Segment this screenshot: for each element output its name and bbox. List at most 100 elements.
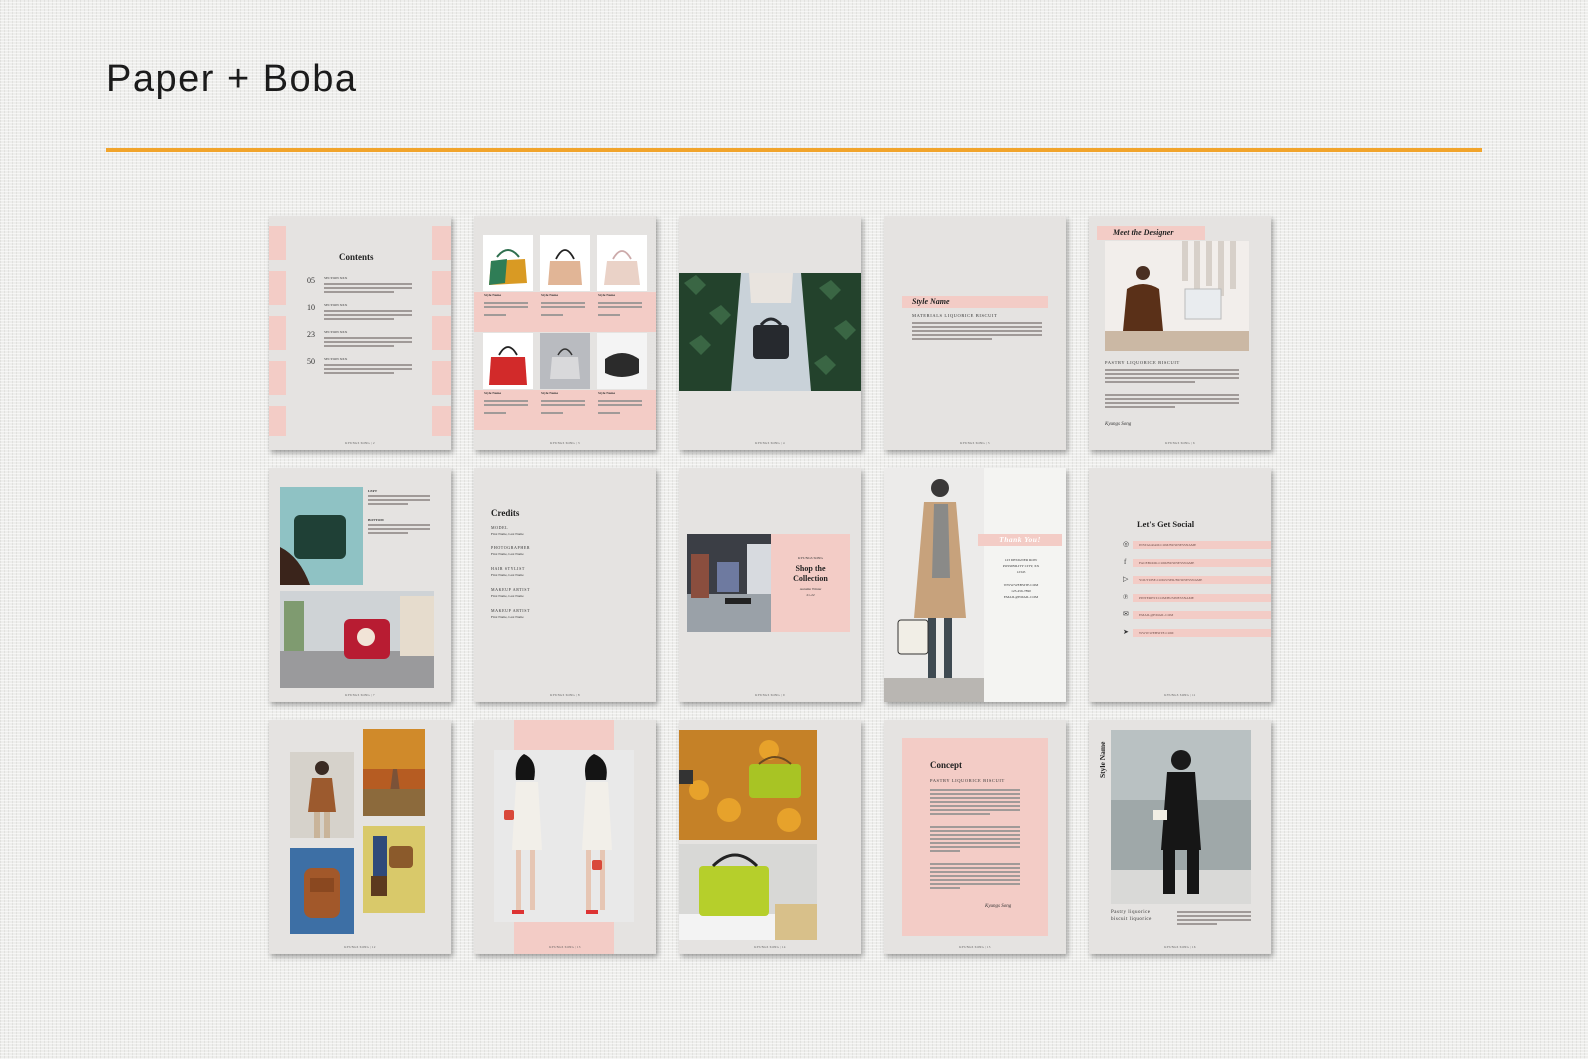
credit-name: First Name, Last Name: [491, 615, 524, 619]
page-meet-designer[interactable]: Meet the Designer PASTRY LIQUORICE BISCU…: [1089, 216, 1271, 450]
model-coat-photo: [884, 468, 984, 702]
credit-role: MAKEUP ARTIST: [491, 608, 531, 613]
product-name: Style Name: [541, 293, 559, 297]
page-shop-collection[interactable]: KYUNGS SONG Shop the Collection Autumn W…: [679, 468, 861, 702]
lookbook-caption-2: biscuit liquorice: [1111, 917, 1152, 922]
collage-photo: [363, 729, 425, 816]
credit-name: First Name, Last Name: [491, 594, 524, 598]
concept-subtitle: PASTRY LIQUORICE BISCUIT: [930, 778, 1005, 783]
designer-photo: [1105, 241, 1249, 351]
pinterest-icon: ℗: [1123, 593, 1129, 601]
product-photo: [540, 333, 590, 389]
page-lookbook[interactable]: Style Name Pastry liquorice biscuit liqu…: [1089, 720, 1271, 954]
credit-role: MAKEUP ARTIST: [491, 587, 531, 592]
thanks-website: WWW.WEBSITE.COM: [1003, 583, 1039, 587]
page-feature-photo[interactable]: KYUNGS SONG | 4: [679, 216, 861, 450]
style-title: Style Name: [912, 297, 950, 306]
leaves-bag-photo: [679, 730, 817, 840]
page-contents[interactable]: Contents 05 SECTION XXX 10 SECTION XXX 2…: [269, 216, 451, 450]
product-photo: [597, 235, 647, 291]
product-name: Style Name: [484, 391, 502, 395]
concept-signature: Kyungs Song: [985, 904, 1012, 909]
concept-title: Concept: [930, 760, 962, 770]
contents-label: SECTION XXX: [324, 330, 348, 334]
collage-photo: [290, 752, 354, 838]
instagram-icon: ◎: [1123, 540, 1130, 548]
social-link[interactable]: WWW.WEBSITE.COM: [1139, 631, 1173, 635]
product-photo: [483, 235, 533, 291]
credit-role: PHOTOGRAPHER: [491, 545, 531, 550]
social-title: Let's Get Social: [1137, 519, 1195, 529]
shop-brand: KYUNGS SONG: [798, 556, 823, 560]
shop-title-line1: Shop the: [795, 564, 826, 573]
collage-photo: [290, 848, 354, 934]
page-products[interactable]: Style Name Style Name Style Name Style N…: [474, 216, 656, 450]
product-name: Style Name: [541, 391, 559, 395]
model-bag-photo: [679, 273, 861, 391]
shop-season: Autumn Winter: [799, 587, 822, 591]
credit-role: MODEL: [491, 525, 509, 530]
product-name: Style Name: [598, 391, 616, 395]
contents-num: 05: [307, 276, 315, 285]
wallet-photo: [280, 487, 363, 585]
lookbook-side-title: Style Name: [1098, 741, 1107, 778]
designer-subtitle: PASTRY LIQUORICE BISCUIT: [1105, 360, 1180, 365]
youtube-icon: ▷: [1123, 575, 1129, 583]
contents-label: SECTION XXX: [324, 303, 348, 307]
style-subtitle: MATERIALS LIQUORICE BISCUIT: [912, 313, 998, 318]
product-name: Style Name: [598, 293, 616, 297]
contents-num: 10: [307, 303, 315, 312]
page-green-bags[interactable]: KYUNGS SONG | 14: [679, 720, 861, 954]
page-style-name[interactable]: Style Name MATERIALS LIQUORICE BISCUIT K…: [884, 216, 1066, 450]
shop-title-line2: Collection: [793, 574, 828, 583]
detail-label-bottom: BOTTOM: [368, 518, 384, 522]
thanks-title: Thank You!: [999, 535, 1041, 544]
green-bag-photo: [679, 844, 817, 940]
product-name: Style Name: [484, 293, 502, 297]
social-link[interactable]: YOUTUBE.COM/USER/BUSINESSNAME: [1139, 578, 1202, 582]
page-detail-shots[interactable]: LEFT BOTTOM KYUNGS SONG | 7: [269, 468, 451, 702]
contents-label: SECTION XXX: [324, 276, 348, 280]
designer-title: Meet the Designer: [1113, 228, 1174, 237]
page-collage[interactable]: KYUNGS SONG | 12: [269, 720, 451, 954]
street-bag-photo: [280, 591, 434, 688]
lookbook-photo: [1111, 730, 1251, 904]
thanks-address-3: 12345: [1016, 570, 1026, 574]
models-photo: [494, 750, 634, 922]
social-link[interactable]: EMAIL@EMAIL.COM: [1139, 613, 1173, 617]
orange-divider: [106, 148, 1482, 152]
credit-name: First Name, Last Name: [491, 552, 524, 556]
page-credits[interactable]: Credits MODEL First Name, Last Name PHOT…: [474, 468, 656, 702]
social-link[interactable]: PINTEREST.COM/BUSINESSNAME: [1139, 596, 1194, 600]
email-icon: ✉: [1123, 610, 1129, 618]
cursor-icon: ➤: [1123, 628, 1129, 636]
social-link[interactable]: FACEBOOK.COM/BUSINESSNAME: [1139, 561, 1194, 565]
thanks-address-2: POSSIBILITY CITY, XX: [1002, 564, 1040, 568]
page-two-models[interactable]: KYUNGS SONG | 13: [474, 720, 656, 954]
product-photo: [597, 333, 647, 389]
credits-title: Credits: [491, 508, 520, 518]
social-link[interactable]: INSTAGRAM.COM/BUSINESSNAME: [1139, 543, 1196, 547]
lookbook-caption-1: Pastry liquorice: [1111, 910, 1151, 915]
thanks-email: EMAIL@EMAIL.COM: [1003, 595, 1039, 599]
product-photo: [483, 333, 533, 389]
designer-signature: Kyungs Song: [1105, 422, 1132, 427]
detail-label-left: LEFT: [368, 489, 378, 493]
page-concept[interactable]: Concept PASTRY LIQUORICE BISCUIT Kyungs …: [884, 720, 1066, 954]
page-thank-you[interactable]: Thank You! 123 DESIGNER ROW POSSIBILITY …: [884, 468, 1066, 702]
credit-name: First Name, Last Name: [491, 573, 524, 577]
brand-title: Paper + Boba: [106, 58, 358, 100]
shop-year: 21-22: [806, 593, 815, 597]
credit-role: HAIR STYLIST: [491, 566, 525, 571]
credit-name: First Name, Last Name: [491, 532, 524, 536]
store-photo: [687, 534, 771, 632]
contents-num: 23: [307, 330, 315, 339]
contents-title: Contents: [339, 252, 374, 262]
page-social[interactable]: Let's Get Social ◎ f ▷ ℗ ✉ ➤ INSTAGRAM.C…: [1089, 468, 1271, 702]
contents-num: 50: [307, 357, 315, 366]
facebook-icon: f: [1124, 558, 1127, 566]
thanks-phone: 123-456-7890: [1011, 589, 1031, 593]
product-photo: [540, 235, 590, 291]
thanks-address-1: 123 DESIGNER ROW: [1004, 558, 1038, 562]
collage-photo: [363, 826, 425, 913]
